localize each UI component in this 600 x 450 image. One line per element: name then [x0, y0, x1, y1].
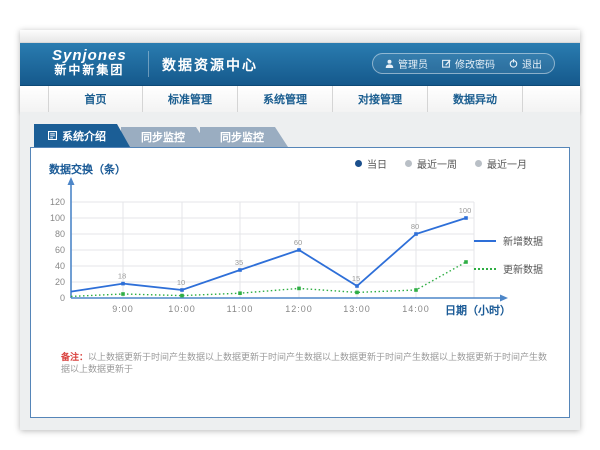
admin-user-button[interactable]: 管理员	[385, 56, 428, 71]
legend-label: 更新数据	[503, 261, 543, 276]
y-axis-title: 数据交换（条）	[49, 162, 126, 176]
tab-label: 系统介绍	[62, 128, 106, 144]
x-tick-label: 12:00	[285, 304, 313, 314]
solid-line-icon	[474, 240, 496, 242]
main-nav: 首页 标准管理 系统管理 对接管理 数据异动	[20, 86, 580, 112]
footnote: 备注：以上数据更新于时间产生数据以上数据更新于时间产生数据以上数据更新于时间产生…	[61, 351, 553, 375]
legend-entry-new-data: 新增数据	[474, 233, 543, 248]
logout-label: 退出	[522, 56, 542, 71]
nav-item-data-changes[interactable]: 数据异动	[428, 86, 523, 112]
user-icon	[385, 59, 394, 68]
nav-item-standard-mgmt[interactable]: 标准管理	[143, 86, 238, 112]
data-point	[414, 232, 418, 236]
data-point	[355, 284, 359, 288]
x-axis-title: 日期（小时）	[445, 303, 511, 317]
nav-item-integration-mgmt[interactable]: 对接管理	[333, 86, 428, 112]
logout-button[interactable]: 退出	[509, 56, 542, 71]
legend-entry-updated-data: 更新数据	[474, 261, 543, 276]
top-strip	[20, 30, 580, 43]
x-tick-label: 13:00	[343, 304, 371, 314]
tab-label: 同步监控	[220, 129, 264, 145]
y-tick-label: 120	[50, 197, 65, 207]
data-point-label: 60	[294, 238, 302, 247]
form-icon	[48, 131, 57, 140]
y-tick-label: 0	[60, 293, 65, 303]
y-tick-label: 100	[50, 213, 65, 223]
logo: Synjones 新中新集团	[52, 48, 127, 77]
x-axis-arrow-icon	[500, 295, 508, 302]
data-point	[238, 268, 242, 272]
change-password-button[interactable]: 修改密码	[442, 56, 495, 71]
y-axis-arrow-icon	[68, 177, 75, 185]
data-point	[355, 291, 359, 295]
y-tick-label: 60	[55, 245, 65, 255]
data-point	[297, 248, 301, 252]
tab-sync-monitor-2[interactable]: 同步监控	[200, 127, 288, 147]
y-tick-label: 80	[55, 229, 65, 239]
tab-label: 同步监控	[141, 129, 185, 145]
dotted-line-icon	[474, 268, 496, 270]
data-point	[121, 282, 125, 286]
data-point-label: 80	[411, 222, 419, 231]
line-chart: 0 20 40 60 80 100 120 9:00 10:00 11:00 12:00 13:00 1…	[39, 160, 544, 345]
tab-system-intro[interactable]: 系统介绍	[34, 124, 130, 147]
header-divider	[148, 51, 149, 77]
series-line	[71, 218, 466, 292]
x-tick-label: 10:00	[168, 304, 196, 314]
tab-bar: 系统介绍 同步监控 同步监控	[34, 124, 288, 147]
data-point	[121, 292, 125, 296]
logo-cn: 新中新集团	[52, 64, 127, 77]
series-line	[71, 262, 466, 296]
edit-icon	[442, 59, 451, 68]
change-password-label: 修改密码	[455, 56, 495, 71]
chart-panel: 当日 最近一周 最近一月 0204060801001209:0010:0011:…	[30, 147, 570, 418]
y-tick-label: 40	[55, 261, 65, 271]
content-area: 系统介绍 同步监控 同步监控 当日 最近一周	[20, 112, 580, 430]
page: Synjones 新中新集团 数据资源中心 管理员 修改密码	[0, 0, 600, 450]
data-point	[180, 288, 184, 292]
power-icon	[509, 59, 518, 68]
tab-sync-monitor-1[interactable]: 同步监控	[121, 127, 209, 147]
logo-en: Synjones	[52, 48, 127, 64]
data-point	[464, 260, 468, 264]
footnote-label: 备注：	[61, 352, 88, 362]
data-point-label: 10	[177, 278, 185, 287]
legend-label: 新增数据	[503, 233, 543, 248]
footnote-text: 以上数据更新于时间产生数据以上数据更新于时间产生数据以上数据更新于时间产生数据以…	[61, 352, 547, 374]
nav-item-home[interactable]: 首页	[48, 86, 143, 112]
app-window: Synjones 新中新集团 数据资源中心 管理员 修改密码	[20, 30, 580, 430]
data-point	[464, 216, 468, 220]
chart-legend: 新增数据 更新数据	[474, 233, 543, 276]
data-point-label: 35	[235, 258, 243, 267]
header: Synjones 新中新集团 数据资源中心 管理员 修改密码	[20, 43, 580, 86]
data-point-label: 15	[352, 274, 360, 283]
data-point	[414, 288, 418, 292]
page-title: 数据资源中心	[162, 55, 258, 75]
x-tick-label: 9:00	[112, 304, 134, 314]
data-point	[238, 291, 242, 295]
data-point-label: 18	[118, 272, 126, 281]
data-point	[297, 287, 301, 291]
data-point	[180, 294, 184, 298]
chart-svg: 0 20 40 60 80 100 120 9:00 10:00 11:00 12:00 13:00 1…	[39, 160, 544, 345]
user-menu: 管理员 修改密码 退出	[372, 53, 555, 74]
y-tick-label: 20	[55, 277, 65, 287]
nav-item-system-mgmt[interactable]: 系统管理	[238, 86, 333, 112]
x-tick-label: 11:00	[227, 304, 254, 314]
admin-user-label: 管理员	[398, 56, 428, 71]
data-point-label: 100	[459, 206, 472, 215]
x-tick-label: 14:00	[402, 304, 430, 314]
